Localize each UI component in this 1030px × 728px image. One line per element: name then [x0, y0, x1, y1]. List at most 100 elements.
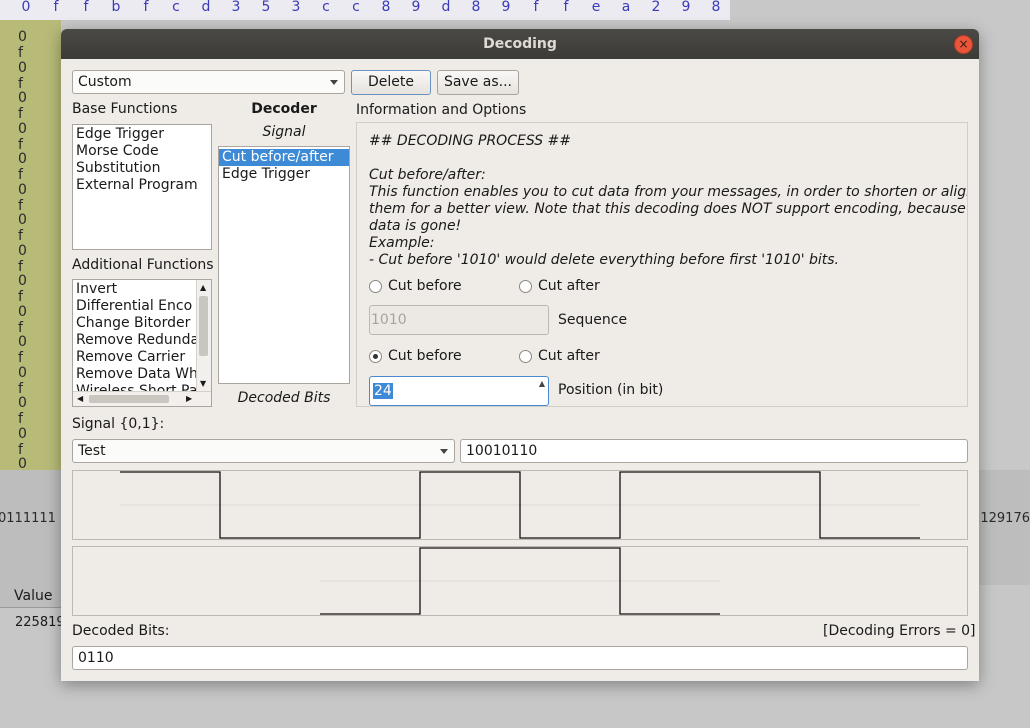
arrow-up-icon[interactable]: ▲: [539, 379, 545, 388]
additional-functions-viewport: Invert Differential Enco Change Bitorder…: [73, 281, 197, 391]
hex-header-cell: f: [533, 0, 539, 15]
value-column-header[interactable]: Value: [14, 588, 52, 604]
background-cell: 0: [18, 395, 27, 411]
base-functions-label: Base Functions: [72, 101, 178, 117]
cut-before-position-label[interactable]: Cut before: [388, 348, 462, 364]
background-row: 0f: [18, 426, 58, 458]
background-cell: 0: [18, 151, 27, 167]
horizontal-scrollbar[interactable]: ◀ ▶: [73, 391, 211, 406]
list-item[interactable]: Differential Enco: [73, 298, 197, 315]
background-row: 0f: [18, 29, 58, 61]
hex-header-cell: 9: [501, 0, 511, 15]
background-row: 0f: [18, 212, 58, 244]
title-bar[interactable]: Decoding ×: [61, 29, 979, 59]
list-item[interactable]: Morse Code: [73, 143, 211, 160]
background-cell: 0: [18, 364, 27, 381]
decoding-errors: [Decoding Errors = 0]: [823, 623, 976, 639]
info-description: data is gone!: [369, 218, 462, 234]
cut-before-sequence-label[interactable]: Cut before: [388, 278, 462, 294]
decoder-label: Decoder: [251, 101, 317, 117]
cut-after-position-radio[interactable]: [519, 350, 532, 363]
additional-functions-list[interactable]: Invert Differential Enco Change Bitorder…: [72, 279, 212, 407]
signal-bits-input[interactable]: 10010110: [460, 439, 968, 463]
hex-header-cell: 0: [21, 0, 31, 15]
background-cell: 0: [18, 181, 27, 198]
background-cell: 0: [18, 59, 27, 76]
decoded-bits-output[interactable]: 0110: [72, 646, 968, 670]
background-cell: 0: [18, 29, 27, 45]
background-row: 0f: [18, 121, 58, 153]
background-cell: 0: [18, 273, 27, 289]
cut-after-sequence-label[interactable]: Cut after: [538, 278, 600, 294]
arrow-up-icon[interactable]: ▲: [200, 283, 206, 292]
background-row: 0f: [18, 182, 58, 214]
info-options-label: Information and Options: [356, 102, 527, 118]
decoded-waveform: [320, 547, 720, 615]
hex-header-cell: 8: [381, 0, 391, 15]
position-value[interactable]: 24: [373, 383, 393, 399]
background-row: 0f: [18, 273, 58, 305]
list-item[interactable]: Substitution: [73, 160, 211, 177]
background-row: 0f: [18, 60, 58, 92]
chevron-down-icon: [330, 80, 338, 85]
save-as-button[interactable]: Save as...: [437, 70, 519, 95]
list-item[interactable]: Remove Data Whi: [73, 366, 197, 383]
background-cell: 0: [18, 90, 27, 106]
dialog-title: Decoding: [483, 36, 557, 52]
signal-graph: [72, 470, 968, 540]
list-item[interactable]: Remove Carrier: [73, 349, 197, 366]
signal-waveform: [120, 471, 920, 539]
arrow-down-icon[interactable]: ▼: [200, 379, 206, 388]
decoding-dialog: Decoding × Custom Delete Save as... Base…: [61, 29, 979, 681]
list-item[interactable]: Remove Redundar: [73, 332, 197, 349]
cut-after-sequence-radio[interactable]: [519, 280, 532, 293]
hex-header-cell: d: [441, 0, 451, 15]
close-button[interactable]: ×: [954, 35, 973, 54]
scrollbar-thumb[interactable]: [199, 296, 208, 356]
list-item[interactable]: External Program: [73, 177, 211, 194]
decoder-chain-list[interactable]: Cut before/after Edge Trigger: [218, 146, 350, 384]
preset-combo[interactable]: Custom: [72, 70, 345, 94]
hex-header-cell: 3: [231, 0, 241, 15]
background-row: 0f: [18, 334, 58, 366]
additional-functions-label: Additional Functions: [72, 257, 214, 273]
position-label: Position (in bit): [558, 382, 664, 398]
info-example-label: Example:: [369, 235, 435, 251]
sequence-input[interactable]: 1010: [369, 305, 549, 335]
list-item[interactable]: Invert: [73, 281, 197, 298]
position-spinbox[interactable]: 24 ▲: [369, 376, 549, 406]
hex-header-cell: 2: [651, 0, 661, 15]
hex-header-cell: 8: [471, 0, 481, 15]
chevron-down-icon: [440, 449, 448, 454]
cut-before-position-radio[interactable]: [369, 350, 382, 363]
arrow-left-icon[interactable]: ◀: [77, 394, 83, 403]
cut-before-sequence-radio[interactable]: [369, 280, 382, 293]
list-item[interactable]: Wireless Short Pa: [73, 383, 197, 391]
decoded-bits-caption: Decoded Bits: [237, 390, 331, 406]
signal-caption: Signal: [262, 124, 306, 140]
vertical-scrollbar[interactable]: ▲ ▼: [196, 280, 211, 392]
hex-header-cell: c: [172, 0, 180, 15]
list-item[interactable]: Edge Trigger: [219, 166, 349, 183]
hex-header-cell: 3: [291, 0, 301, 15]
delete-button[interactable]: Delete: [351, 70, 431, 95]
list-item[interactable]: Change Bitorder: [73, 315, 197, 332]
list-item[interactable]: Cut before/after: [219, 149, 349, 166]
background-cell: 0: [18, 425, 27, 442]
background-cell: 0: [18, 334, 27, 350]
hex-header-cell: f: [143, 0, 149, 15]
arrow-right-icon[interactable]: ▶: [186, 394, 192, 403]
info-example: - Cut before '1010' would delete everyth…: [369, 252, 839, 268]
hex-header-cell: f: [83, 0, 89, 15]
hex-header-cell: c: [322, 0, 330, 15]
list-item[interactable]: Edge Trigger: [73, 126, 211, 143]
base-functions-list[interactable]: Edge Trigger Morse Code Substitution Ext…: [72, 124, 212, 250]
decoded-graph: [72, 546, 968, 616]
hex-header-cell: 5: [261, 0, 271, 15]
cut-after-position-label[interactable]: Cut after: [538, 348, 600, 364]
scrollbar-thumb[interactable]: [89, 395, 169, 403]
info-function-title: Cut before/after:: [369, 167, 486, 183]
background-cell: 0: [18, 242, 27, 259]
signal-combo[interactable]: Test: [72, 439, 455, 463]
info-description: them for a better view. Note that this d…: [369, 201, 968, 217]
